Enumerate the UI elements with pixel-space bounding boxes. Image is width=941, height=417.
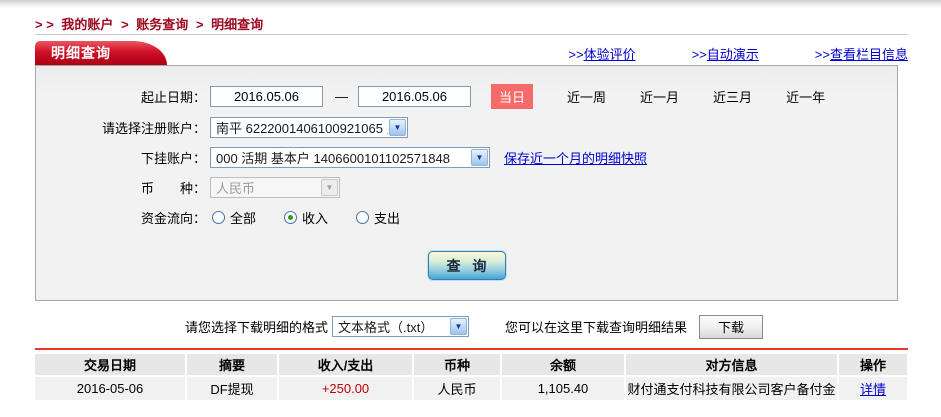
breadcrumb-item-detail-query[interactable]: 明细查询 — [211, 17, 263, 32]
flow-option-label: 支出 — [374, 208, 400, 227]
download-format-select[interactable]: 文本格式（.txt） ▼ — [332, 316, 469, 337]
red-separator-line — [35, 348, 908, 350]
cell-summary: DF提现 — [187, 377, 277, 400]
link-label: 体验评价 — [584, 47, 636, 62]
radio-button-icon — [284, 211, 297, 224]
link-experience-review[interactable]: >>体验评价 — [568, 44, 635, 63]
header-transaction-date: 交易日期 — [35, 354, 185, 375]
breadcrumb-item-my-account[interactable]: 我的账户 — [61, 17, 113, 32]
cell-operation: 详情 — [839, 377, 907, 400]
download-format-label: 请您选择下载明细的格式 — [185, 317, 328, 336]
top-gradient-strip — [0, 0, 941, 8]
fund-flow-row: 资金流向： 全部 收入 支出 — [36, 206, 897, 229]
quick-range-last-month[interactable]: 近一月 — [640, 87, 679, 106]
download-button[interactable]: 下载 — [699, 315, 763, 339]
currency-value: 人民币 — [211, 178, 320, 197]
table-header-row: 交易日期 摘要 收入/支出 币种 余额 对方信息 操作 — [35, 354, 907, 375]
header-counterparty: 对方信息 — [626, 354, 837, 375]
quick-range-last-week[interactable]: 近一周 — [567, 87, 606, 106]
currency-row: 币 种： 人民币 ▼ — [36, 176, 897, 199]
header-summary: 摘要 — [187, 354, 277, 375]
sub-account-label: 下挂账户： — [36, 148, 206, 167]
header-operation: 操作 — [839, 354, 907, 375]
breadcrumb-item-account-query[interactable]: 账务查询 — [136, 17, 188, 32]
link-label: 自动演示 — [707, 47, 759, 62]
registered-account-label: 请选择注册账户： — [36, 118, 206, 137]
cell-transaction-date: 2016-05-06 — [35, 377, 185, 400]
link-label: 查看栏目信息 — [830, 47, 908, 62]
header-links: >>体验评价 >>自动演示 >>查看栏目信息 — [568, 44, 908, 63]
date-range-row: 起止日期： — 当日 近一周 近一月 近三月 近一年 — [36, 84, 897, 109]
detail-link[interactable]: 详情 — [860, 382, 886, 397]
flow-radio[interactable]: 支出 — [356, 208, 400, 227]
link-prefix: >> — [568, 47, 583, 62]
quick-range-last-year[interactable]: 近一年 — [786, 87, 825, 106]
dropdown-arrow-icon: ▼ — [389, 119, 406, 136]
link-prefix: >> — [692, 47, 707, 62]
tab-detail-query[interactable]: 明细查询 — [35, 41, 135, 65]
link-prefix: >> — [815, 47, 830, 62]
horizontal-divider — [35, 34, 908, 35]
breadcrumb-separator: > — [196, 17, 204, 32]
cell-income-expense: +250.00 — [279, 377, 412, 400]
quick-range-today-badge[interactable]: 当日 — [491, 84, 533, 109]
header-balance: 余额 — [502, 354, 624, 375]
cell-balance: 1,105.40 — [502, 377, 624, 400]
registered-account-row: 请选择注册账户： 南平 6222001406100921065 灵通卡 ▼ — [36, 116, 897, 139]
query-button[interactable]: 查 询 — [428, 251, 506, 280]
dropdown-arrow-icon: ▼ — [321, 179, 338, 196]
download-hint-text: 您可以在这里下载查询明细结果 — [505, 317, 687, 336]
dropdown-arrow-icon: ▼ — [450, 318, 467, 335]
header-currency: 币种 — [414, 354, 500, 375]
link-view-column-info[interactable]: >>查看栏目信息 — [815, 44, 908, 63]
download-format-value: 文本格式（.txt） — [333, 317, 449, 336]
fund-flow-options: 全部 收入 支出 — [212, 208, 400, 227]
sub-account-row: 下挂账户： 000 活期 基本户 1406600101102571848 ▼ 保… — [36, 146, 897, 169]
date-range-label: 起止日期： — [36, 87, 206, 106]
radio-button-icon — [212, 211, 225, 224]
transaction-table: 交易日期 摘要 收入/支出 币种 余额 对方信息 操作 2016-05-06 D… — [33, 352, 909, 402]
tab-row: 明细查询 >>体验评价 >>自动演示 >>查看栏目信息 — [35, 41, 908, 65]
dropdown-arrow-icon: ▼ — [471, 149, 488, 166]
flow-option-label: 收入 — [302, 208, 328, 227]
table-row: 2016-05-06 DF提现 +250.00 人民币 1,105.40 财付通… — [35, 377, 907, 400]
query-form-panel: 起止日期： — 当日 近一周 近一月 近三月 近一年 请选择注册账户： 南平 6… — [35, 65, 898, 301]
quick-range-last-3-months[interactable]: 近三月 — [713, 87, 752, 106]
currency-label: 币 种： — [36, 178, 206, 197]
download-row: 请您选择下载明细的格式 文本格式（.txt） ▼ 您可以在这里下载查询明细结果 … — [185, 314, 941, 339]
date-separator: — — [335, 89, 348, 104]
cell-counterparty: 财付通支付科技有限公司客户备付金 — [626, 377, 837, 400]
header-income-expense: 收入/支出 — [279, 354, 412, 375]
flow-option-label: 全部 — [230, 208, 256, 227]
registered-account-value: 南平 6222001406100921065 灵通卡 — [211, 118, 388, 137]
sub-account-select[interactable]: 000 活期 基本户 1406600101102571848 ▼ — [210, 147, 490, 168]
breadcrumb-separator: > — [121, 17, 129, 32]
registered-account-select[interactable]: 南平 6222001406100921065 灵通卡 ▼ — [210, 117, 408, 138]
date-to-input[interactable] — [358, 86, 471, 107]
breadcrumb-prefix: > > — [35, 17, 54, 32]
fund-flow-label: 资金流向： — [36, 208, 206, 227]
link-auto-demo[interactable]: >>自动演示 — [692, 44, 759, 63]
date-from-input[interactable] — [210, 86, 323, 107]
flow-radio[interactable]: 收入 — [284, 208, 328, 227]
breadcrumb: > > 我的账户 > 账务查询 > 明细查询 — [0, 8, 941, 34]
currency-select-disabled: 人民币 ▼ — [210, 177, 340, 198]
flow-radio[interactable]: 全部 — [212, 208, 256, 227]
save-snapshot-link[interactable]: 保存近一个月的明细快照 — [504, 148, 647, 167]
radio-button-icon — [356, 211, 369, 224]
tab-label: 明细查询 — [51, 43, 111, 63]
sub-account-value: 000 活期 基本户 1406600101102571848 — [211, 148, 470, 167]
query-button-row: 查 询 — [36, 251, 897, 280]
cell-currency: 人民币 — [414, 377, 500, 400]
